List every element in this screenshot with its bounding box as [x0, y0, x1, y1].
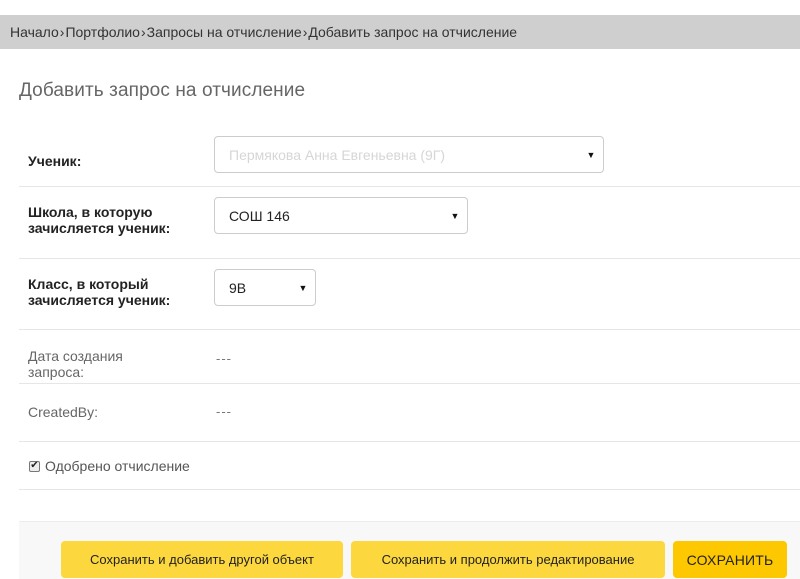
- created-date-value: ---: [216, 351, 232, 366]
- chevron-down-icon: ▼: [298, 282, 308, 293]
- class-select[interactable]: 9В ▼: [214, 269, 316, 306]
- form-row-approved: ✔ Одобрено отчисление: [19, 442, 800, 490]
- form-row-class: Класс, в который зачисляется ученик: 9В …: [19, 259, 800, 330]
- class-select-value: 9В: [229, 279, 247, 296]
- breadcrumb-link-portfolio[interactable]: Портфолио: [65, 24, 140, 40]
- school-select-value: СОШ 146: [229, 207, 290, 224]
- created-date-label: Дата создания запроса:: [28, 348, 123, 380]
- student-select-value: Пермякова Анна Евгеньевна (9Г): [229, 146, 446, 163]
- save-and-add-another-button[interactable]: Сохранить и добавить другой объект: [61, 541, 343, 578]
- form-row-school: Школа, в которую зачисляется ученик: СОШ…: [19, 187, 800, 259]
- breadcrumb-link-home[interactable]: Начало: [10, 24, 59, 40]
- created-by-label: CreatedBy:: [28, 404, 99, 420]
- student-select[interactable]: Пермякова Анна Евгеньевна (9Г) ▼: [214, 136, 604, 173]
- save-and-continue-button[interactable]: Сохранить и продолжить редактирование: [351, 541, 665, 578]
- submit-row: Сохранить и добавить другой объект Сохра…: [19, 521, 800, 579]
- school-label: Школа, в которую зачисляется ученик:: [28, 204, 171, 236]
- breadcrumb-separator: ›: [302, 24, 308, 40]
- approved-label: Одобрено отчисление: [45, 458, 190, 474]
- approved-checkbox-wrap[interactable]: ✔ Одобрено отчисление: [29, 458, 190, 474]
- chevron-down-icon: ▼: [450, 210, 460, 221]
- breadcrumb-link-expulsion-requests[interactable]: Запросы на отчисление: [147, 24, 302, 40]
- form-row-created-by: CreatedBy: ---: [19, 384, 800, 442]
- breadcrumb-current: Добавить запрос на отчисление: [308, 24, 518, 40]
- class-label: Класс, в который зачисляется ученик:: [28, 276, 171, 308]
- breadcrumb-separator: ›: [140, 24, 146, 40]
- save-button[interactable]: СОХРАНИТЬ: [673, 541, 787, 578]
- form-row-student: Ученик: Пермякова Анна Евгеньевна (9Г) ▼: [19, 124, 800, 187]
- school-select[interactable]: СОШ 146 ▼: [214, 197, 468, 234]
- form-row-created-date: Дата создания запроса: ---: [19, 330, 800, 384]
- chevron-down-icon: ▼: [586, 149, 596, 160]
- approved-checkbox[interactable]: ✔: [29, 460, 40, 472]
- breadcrumb: Начало › Портфолио › Запросы на отчислен…: [0, 15, 800, 49]
- breadcrumb-separator: ›: [59, 24, 65, 40]
- student-label: Ученик:: [28, 153, 82, 169]
- created-by-value: ---: [216, 404, 232, 419]
- page-title: Добавить запрос на отчисление: [19, 80, 306, 101]
